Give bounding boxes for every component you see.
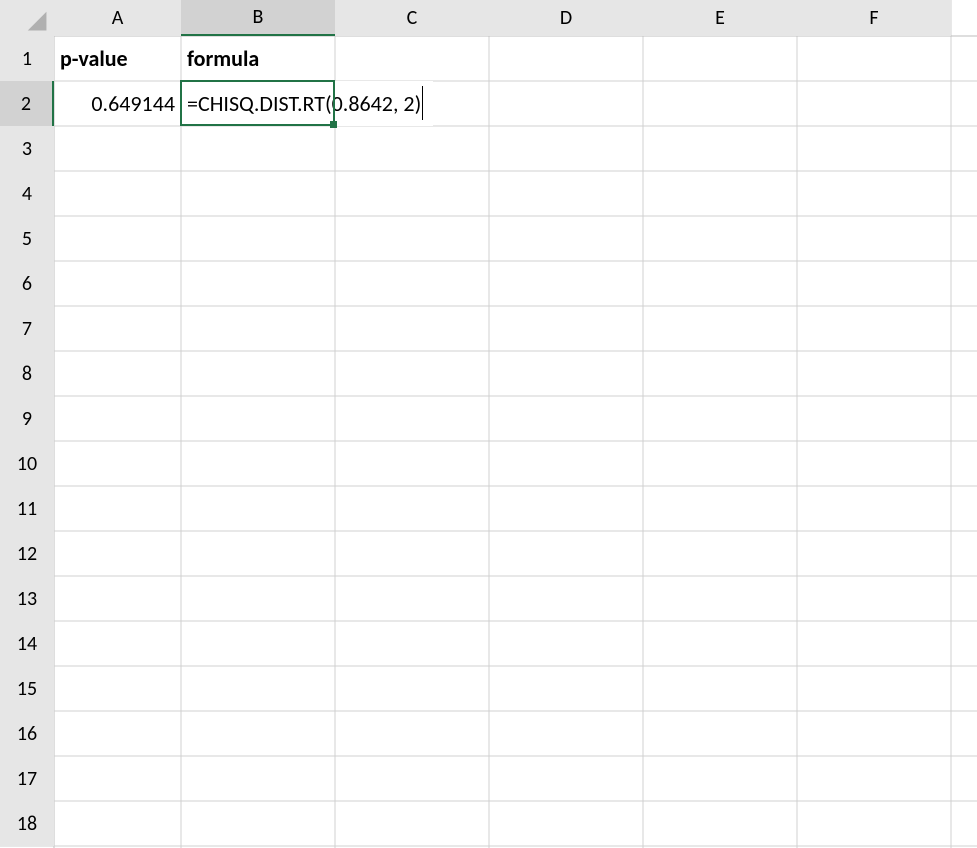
- row-header-label: 4: [22, 182, 32, 206]
- col-header-B[interactable]: B: [181, 0, 335, 36]
- cell-value: =CHISQ.DIST.RT(0.8642, 2): [187, 90, 421, 117]
- cell-value: p-value: [60, 45, 128, 72]
- row-header-8[interactable]: 8: [0, 351, 54, 396]
- cell-value: formula: [187, 45, 259, 72]
- row-header-label: 16: [17, 722, 37, 746]
- cell-value: 0.649144: [91, 90, 175, 117]
- row-header-6[interactable]: 6: [0, 261, 54, 306]
- col-header-A[interactable]: A: [54, 0, 181, 36]
- row-header-9[interactable]: 9: [0, 396, 54, 441]
- col-header-label: F: [869, 6, 878, 30]
- row-header-label: 13: [17, 587, 37, 611]
- row-header-label: 6: [22, 272, 32, 296]
- col-header-E[interactable]: E: [643, 0, 797, 36]
- row-header-label: 10: [17, 452, 37, 476]
- row-header-label: 18: [17, 812, 37, 836]
- row-header-10[interactable]: 10: [0, 441, 54, 486]
- row-header-label: 7: [22, 317, 32, 341]
- row-header-label: 2: [21, 92, 31, 116]
- row-header-13[interactable]: 13: [0, 576, 54, 621]
- cell-B2[interactable]: =CHISQ.DIST.RT(0.8642, 2): [181, 81, 433, 126]
- row-header-label: 1: [22, 47, 32, 71]
- row-header-label: 12: [17, 542, 37, 566]
- row-header-16[interactable]: 16: [0, 711, 54, 756]
- row-header-3[interactable]: 3: [0, 126, 54, 171]
- col-header-F[interactable]: F: [797, 0, 951, 36]
- gridlines: [0, 0, 977, 848]
- row-header-12[interactable]: 12: [0, 531, 54, 576]
- cell-A1[interactable]: p-value: [54, 36, 181, 81]
- row-header-15[interactable]: 15: [0, 666, 54, 711]
- row-header-label: 11: [17, 497, 37, 521]
- col-header-D[interactable]: D: [489, 0, 643, 36]
- col-header-label: E: [715, 6, 725, 30]
- cell-B1[interactable]: formula: [181, 36, 335, 81]
- row-header-label: 17: [17, 767, 37, 791]
- row-header-label: 5: [22, 227, 32, 251]
- cell-A2[interactable]: 0.649144: [54, 81, 181, 126]
- row-header-4[interactable]: 4: [0, 171, 54, 216]
- select-all-corner[interactable]: [0, 0, 54, 36]
- row-header-5[interactable]: 5: [0, 216, 54, 261]
- row-header-2[interactable]: 2: [0, 81, 54, 126]
- col-header-label: A: [112, 6, 124, 30]
- row-header-17[interactable]: 17: [0, 756, 54, 801]
- row-header-label: 9: [22, 407, 32, 431]
- row-header-7[interactable]: 7: [0, 306, 54, 351]
- col-header-label: D: [560, 6, 572, 30]
- row-header-label: 14: [17, 632, 37, 656]
- row-header-14[interactable]: 14: [0, 621, 54, 666]
- row-header-18[interactable]: 18: [0, 801, 54, 846]
- spreadsheet[interactable]: A B C D E F 1 2 3 4 5 6 7 8 9 10 11 12 1…: [0, 0, 977, 848]
- col-header-label: B: [253, 5, 264, 29]
- row-header-label: 3: [22, 137, 32, 161]
- col-header-C[interactable]: C: [335, 0, 489, 36]
- row-header-1[interactable]: 1: [0, 36, 54, 81]
- row-header-label: 8: [22, 362, 32, 386]
- row-header-11[interactable]: 11: [0, 486, 54, 531]
- row-header-label: 15: [17, 677, 37, 701]
- col-header-label: C: [407, 6, 418, 30]
